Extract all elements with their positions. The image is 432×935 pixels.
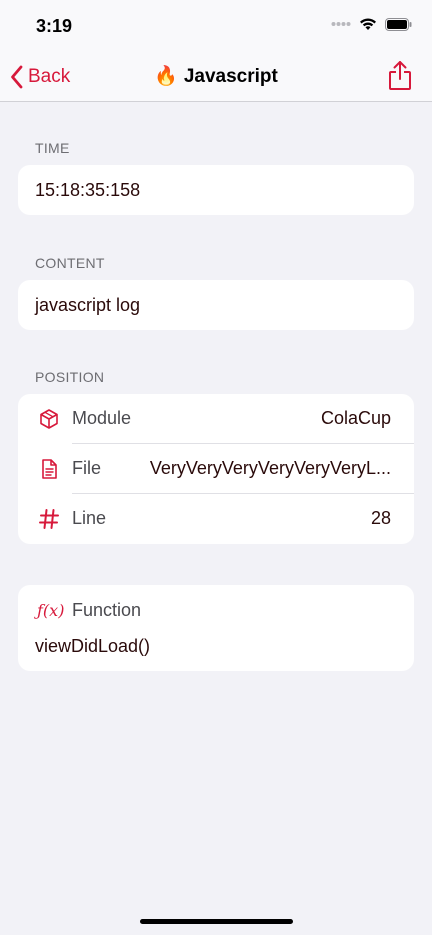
share-button[interactable] xyxy=(388,60,412,97)
status-time: 3:19 xyxy=(36,16,73,36)
page-title: 🔥 Javascript xyxy=(0,64,432,88)
module-row: Module ColaCup xyxy=(18,394,414,444)
content-card: javascript log xyxy=(18,280,414,330)
navigation-bar: Back 🔥 Javascript xyxy=(0,52,432,102)
status-bar: 3:19 xyxy=(0,0,432,52)
function-label: Function xyxy=(72,600,142,620)
content-section-header: CONTENT xyxy=(35,255,105,271)
function-card: ƒ(x) Function viewDidLoad() xyxy=(18,585,414,671)
module-label: Module xyxy=(72,408,132,428)
line-value: 28 xyxy=(370,508,391,528)
function-value: viewDidLoad() xyxy=(35,636,151,656)
time-value: 15:18:35:158 xyxy=(35,180,141,200)
battery-icon xyxy=(385,17,412,31)
file-label: File xyxy=(72,458,102,478)
file-value: VeryVeryVeryVeryVeryVeryL... xyxy=(149,458,391,478)
function-icon: ƒ(x) xyxy=(37,601,65,620)
home-indicator[interactable] xyxy=(140,919,293,924)
position-card: Module ColaCup File VeryVeryVeryVeryVery… xyxy=(18,394,414,544)
line-label: Line xyxy=(72,508,107,528)
share-icon xyxy=(389,61,411,90)
document-icon xyxy=(42,459,57,479)
page-title-text: Javascript xyxy=(183,66,278,87)
cube-icon xyxy=(40,409,58,429)
time-section-header: TIME xyxy=(35,140,70,156)
status-icons xyxy=(331,17,412,31)
file-row[interactable]: File VeryVeryVeryVeryVeryVeryL... xyxy=(18,444,414,494)
module-value: ColaCup xyxy=(320,408,391,428)
wifi-icon xyxy=(360,18,376,30)
position-section-header: POSITION xyxy=(35,369,105,385)
number-sign-icon xyxy=(39,509,59,529)
line-row: Line 28 xyxy=(18,494,414,544)
cellular-signal-icon xyxy=(331,22,351,26)
time-card: 15:18:35:158 xyxy=(18,165,414,215)
fire-emoji-icon: 🔥 xyxy=(154,66,178,87)
content-value: javascript log xyxy=(35,295,141,315)
